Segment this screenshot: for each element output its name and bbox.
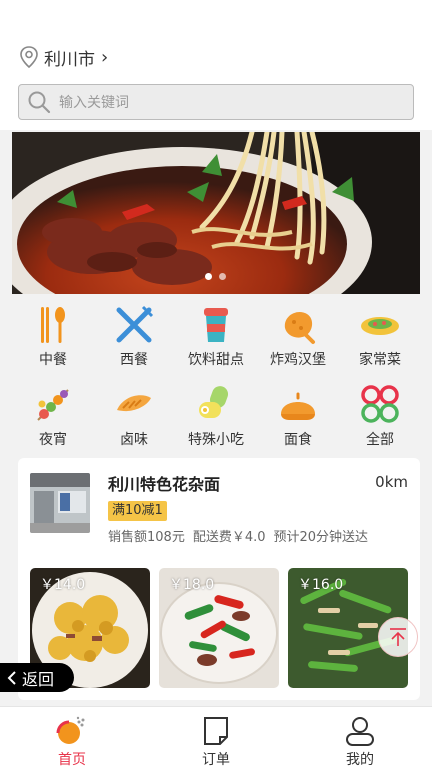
category-braised[interactable]: 卤味	[91, 384, 177, 454]
bun-icon	[277, 384, 319, 426]
location-selector[interactable]: 利川市 ›	[18, 44, 108, 70]
user-profile-icon	[344, 715, 376, 747]
category-label: 饮料甜点	[188, 352, 244, 368]
braised-meat-icon	[113, 384, 155, 426]
category-fried-chicken[interactable]: 炸鸡汉堡	[255, 304, 341, 374]
shop-thumbnail	[30, 473, 90, 533]
category-label: 全部	[366, 432, 394, 448]
category-label: 夜宵	[39, 432, 67, 448]
chevron-left-icon	[7, 670, 16, 685]
back-to-top-button[interactable]	[378, 617, 418, 657]
drink-cup-icon	[195, 304, 237, 346]
shop-stats: 销售额108元 配送费￥4.0 预计20分钟送达	[108, 526, 368, 545]
category-home-dish[interactable]: 家常菜	[337, 304, 423, 374]
tab-label: 首页	[58, 752, 86, 768]
category-label: 西餐	[120, 352, 148, 368]
back-button[interactable]: 返回	[0, 663, 74, 692]
four-leaf-icon	[359, 384, 401, 426]
order-note-icon	[200, 715, 232, 747]
category-special-snack[interactable]: 特殊小吃	[173, 384, 259, 454]
category-label: 中餐	[39, 352, 67, 368]
search-placeholder: 输入关键词	[59, 95, 129, 111]
category-label: 炸鸡汉堡	[270, 352, 326, 368]
bottom-tab-bar: 首页 订单 我的	[0, 706, 432, 768]
home-dish-icon	[359, 304, 401, 346]
banner-pagination	[205, 273, 226, 280]
delivery-eta: 预计20分钟送达	[273, 530, 369, 545]
delivery-fee: 配送费￥4.0	[192, 530, 266, 545]
category-drinks[interactable]: 饮料甜点	[173, 304, 259, 374]
promo-banner[interactable]	[12, 132, 420, 294]
shop-name: 利川特色花杂面	[108, 475, 221, 494]
dish-price: ￥18.0	[169, 577, 215, 593]
category-night-snack[interactable]: 夜宵	[10, 384, 96, 454]
search-input[interactable]: 输入关键词	[18, 84, 414, 120]
tab-orders[interactable]: 订单	[166, 715, 266, 768]
skewer-icon	[32, 384, 74, 426]
category-label: 家常菜	[359, 352, 401, 368]
tab-label: 我的	[346, 752, 374, 768]
banner-dot[interactable]	[205, 273, 212, 280]
tab-home[interactable]: 首页	[22, 715, 122, 768]
category-label: 卤味	[120, 432, 148, 448]
dish-price: ￥14.0	[40, 577, 86, 593]
back-label: 返回	[22, 669, 55, 689]
category-all[interactable]: 全部	[337, 384, 423, 454]
location-pin-icon	[20, 46, 38, 69]
search-icon	[28, 91, 51, 114]
shop-distance: 0km	[375, 473, 408, 491]
category-noodles[interactable]: 面食	[255, 384, 341, 454]
chopsticks-spoon-icon	[32, 304, 74, 346]
chevron-right-icon: ›	[101, 46, 109, 68]
promo-badge: 满10减1	[108, 501, 167, 521]
category-label: 面食	[284, 432, 312, 448]
top-bar: 利川市 › 输入关键词	[0, 0, 432, 130]
dish-price: ￥16.0	[298, 577, 344, 593]
fried-chicken-icon	[277, 304, 319, 346]
sales-amount: 销售额108元	[108, 530, 185, 545]
noodle-banner-image	[12, 132, 420, 294]
tab-label: 订单	[202, 752, 230, 768]
arrow-up-icon	[390, 628, 406, 646]
fork-knife-icon	[113, 304, 155, 346]
dish-item[interactable]: ￥18.0	[159, 568, 279, 688]
category-grid: 中餐 西餐 饮料甜点 炸鸡汉堡 家常菜 夜宵 卤味 特殊小吃 面食 全部	[0, 294, 432, 454]
snack-roll-icon	[195, 384, 237, 426]
home-fruit-icon	[56, 715, 88, 747]
category-label: 特殊小吃	[188, 432, 244, 448]
banner-dot[interactable]	[219, 273, 226, 280]
city-label: 利川市	[44, 49, 95, 70]
tab-profile[interactable]: 我的	[310, 715, 410, 768]
category-western[interactable]: 西餐	[91, 304, 177, 374]
category-chinese[interactable]: 中餐	[10, 304, 96, 374]
shop-card[interactable]: 利川特色花杂面 0km 满10减1 销售额108元 配送费￥4.0 预计20分钟…	[18, 458, 420, 700]
